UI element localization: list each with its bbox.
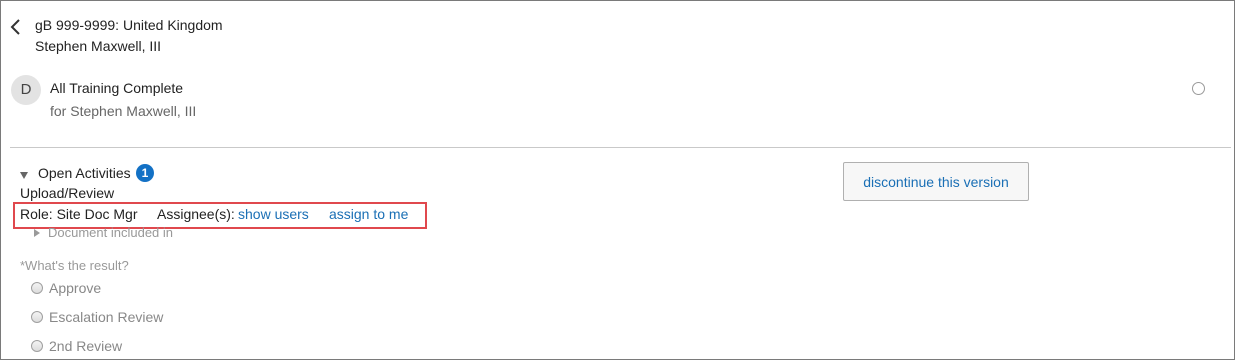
task-subtitle: for Stephen Maxwell, III [50, 103, 197, 119]
section-divider [10, 147, 1231, 148]
show-users-link[interactable]: show users [238, 206, 309, 222]
caret-right-icon [34, 229, 40, 237]
task-title: All Training Complete [50, 80, 184, 96]
result-question: *What's the result? [20, 258, 129, 273]
chevron-left-icon [10, 19, 20, 35]
person-name: Stephen Maxwell, III [35, 38, 162, 54]
assign-to-me-link[interactable]: assign to me [329, 206, 408, 222]
role-text: Role: Site Doc Mgr [20, 206, 138, 222]
activity-name: Upload/Review [20, 185, 115, 201]
radio-button[interactable] [31, 282, 43, 294]
radio-button[interactable] [31, 340, 43, 352]
radio-label: Escalation Review [49, 309, 164, 325]
document-title: gB 999-9999: United Kingdom [35, 17, 223, 33]
app-frame [0, 0, 1235, 360]
open-activities-count-badge: 1 [136, 164, 154, 182]
task-status-radio[interactable] [1192, 82, 1205, 95]
back-button[interactable] [8, 17, 24, 37]
radio-label: Approve [49, 280, 102, 296]
open-activities-label: Open Activities [38, 165, 131, 181]
discontinue-version-button[interactable]: discontinue this version [843, 162, 1029, 201]
radio-label: 2nd Review [49, 338, 123, 354]
avatar: D [11, 75, 41, 105]
caret-down-icon [20, 172, 28, 179]
document-included-label: Document included in [48, 225, 174, 240]
assignee-label: Assignee(s): [157, 206, 235, 222]
radio-button[interactable] [31, 311, 43, 323]
